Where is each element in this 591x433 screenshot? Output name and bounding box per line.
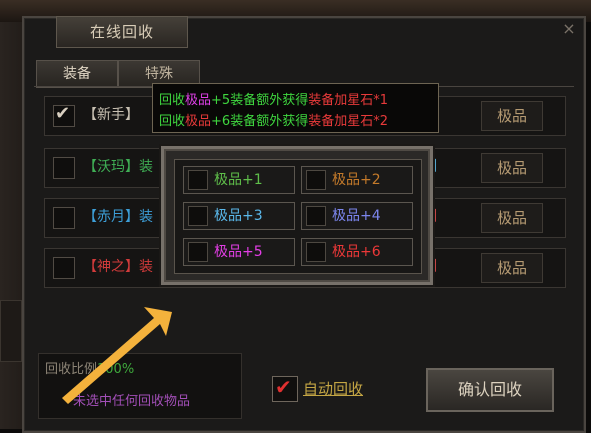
pointer-arrow-icon	[62, 307, 172, 404]
arrow-shape	[62, 307, 172, 404]
